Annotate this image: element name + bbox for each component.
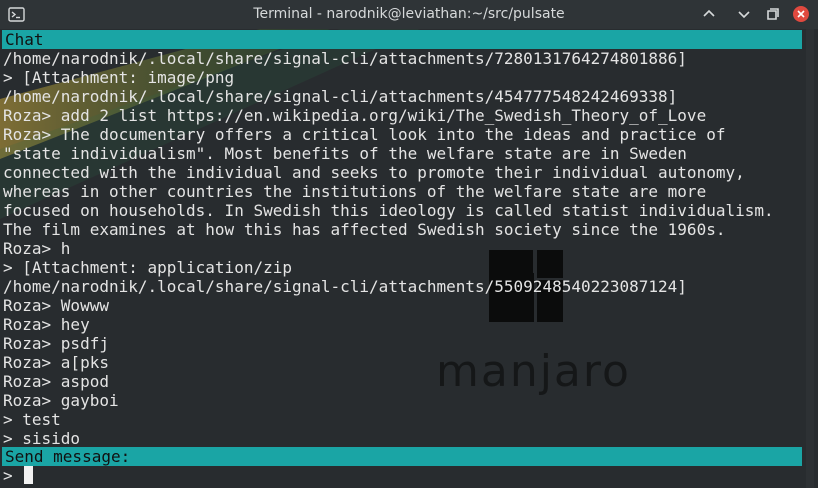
send-message-label: Send message: — [5, 447, 131, 466]
chat-line: The film examines at how this has affect… — [3, 220, 726, 239]
maximize-icon[interactable] — [735, 5, 753, 23]
window-title: Terminal - narodnik@leviathan:~/src/puls… — [253, 6, 565, 22]
chat-line: Roza> h — [3, 239, 71, 258]
manjaro-logo-text: manjaro — [436, 346, 631, 397]
chat-line: Roza> hey — [3, 315, 90, 334]
chat-line: /home/narodnik/.local/share/signal-cli/a… — [3, 87, 678, 106]
chat-line: /home/narodnik/.local/share/signal-cli/a… — [3, 277, 687, 296]
chat-line: whereas in other countries the instituti… — [3, 182, 707, 201]
send-message-bar: Send message: — [2, 447, 802, 466]
chat-line: Roza> Wowww — [3, 296, 109, 315]
terminal-area[interactable]: manjaro Chat /home/narodnik/.local/share… — [0, 29, 818, 488]
chat-line: > test — [3, 410, 61, 429]
chat-line: > [Attachment: image/png — [3, 68, 235, 87]
chat-header-label: Chat — [5, 30, 44, 49]
chat-line: Roza> add 2 list https://en.wikipedia.or… — [3, 106, 707, 125]
title-bar[interactable]: Terminal - narodnik@leviathan:~/src/puls… — [0, 0, 818, 29]
chat-line: Roza> The documentary offers a critical … — [3, 125, 726, 144]
restore-icon[interactable] — [764, 5, 782, 23]
terminal-window: Terminal - narodnik@leviathan:~/src/puls… — [0, 0, 818, 488]
chat-line: /home/narodnik/.local/share/signal-cli/a… — [3, 49, 687, 68]
input-prompt: > — [3, 466, 13, 485]
chat-line: connected with the individual and seeks … — [3, 163, 745, 182]
chat-line: Roza> aspod — [3, 372, 109, 391]
message-input-cursor[interactable] — [24, 466, 33, 484]
chat-line: "state individualism". Most benefits of … — [3, 144, 687, 163]
chat-line: > [Attachment: application/zip — [3, 258, 292, 277]
chat-line: Roza> psdfj — [3, 334, 109, 353]
chat-line: focused on households. In Swedish this i… — [3, 201, 774, 220]
chat-header-bar: Chat — [2, 30, 802, 49]
chat-line: Roza> gayboi — [3, 391, 119, 410]
chat-line: > sisido — [3, 429, 81, 448]
chat-line: Roza> a[pks — [3, 353, 109, 372]
close-icon[interactable] — [792, 5, 810, 23]
minimize-icon[interactable] — [700, 5, 718, 23]
scrollbar[interactable] — [806, 29, 814, 488]
